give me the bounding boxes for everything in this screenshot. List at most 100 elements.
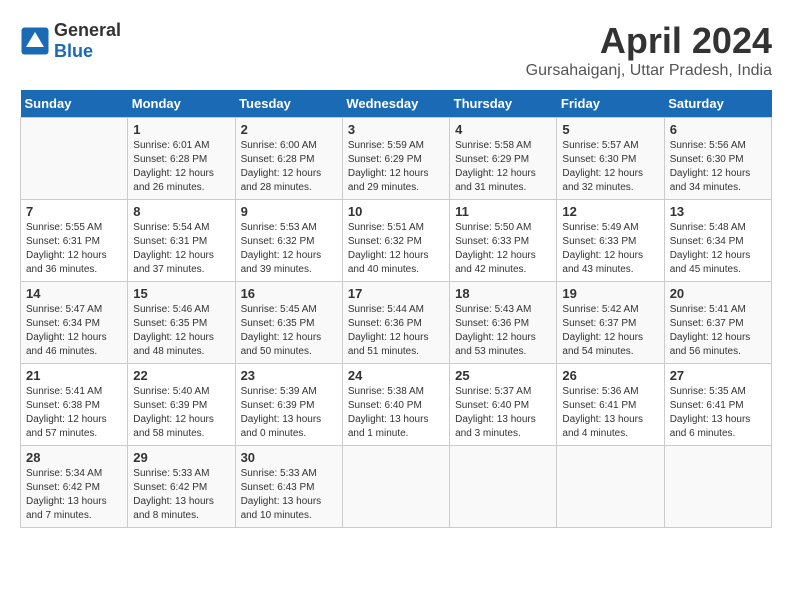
table-row <box>450 446 557 528</box>
day-number: 16 <box>241 286 337 301</box>
day-info: Sunrise: 5:54 AMSunset: 6:31 PMDaylight:… <box>133 221 229 277</box>
day-info: Sunrise: 5:37 AMSunset: 6:40 PMDaylight:… <box>455 385 551 441</box>
table-row: 11 Sunrise: 5:50 AMSunset: 6:33 PMDayligh… <box>450 200 557 282</box>
day-number: 26 <box>562 368 658 383</box>
day-info: Sunrise: 5:41 AMSunset: 6:37 PMDaylight:… <box>670 303 766 359</box>
day-info: Sunrise: 6:00 AMSunset: 6:28 PMDaylight:… <box>241 139 337 195</box>
day-info: Sunrise: 5:46 AMSunset: 6:35 PMDaylight:… <box>133 303 229 359</box>
day-info: Sunrise: 5:43 AMSunset: 6:36 PMDaylight:… <box>455 303 551 359</box>
day-number: 11 <box>455 204 551 219</box>
day-info: Sunrise: 5:53 AMSunset: 6:32 PMDaylight:… <box>241 221 337 277</box>
page-header: General Blue April 2024 Gursahaiganj, Ut… <box>20 20 772 80</box>
table-row: 9Sunrise: 5:53 AMSunset: 6:32 PMDaylight… <box>235 200 342 282</box>
calendar-row: 7Sunrise: 5:55 AMSunset: 6:31 PMDaylight… <box>21 200 772 282</box>
location-title: Gursahaiganj, Uttar Pradesh, India <box>526 62 772 80</box>
table-row: 10 Sunrise: 5:51 AMSunset: 6:32 PMDayligh… <box>342 200 449 282</box>
day-info: Sunrise: 5:51 AMSunset: 6:32 PMDaylight:… <box>348 221 444 277</box>
calendar-header-row: Sunday Monday Tuesday Wednesday Thursday… <box>21 90 772 118</box>
day-info: Sunrise: 5:34 AMSunset: 6:42 PMDaylight:… <box>26 467 122 523</box>
table-row: 22Sunrise: 5:40 AMSunset: 6:39 PMDayligh… <box>128 364 235 446</box>
day-info: Sunrise: 5:44 AMSunset: 6:36 PMDaylight:… <box>348 303 444 359</box>
day-number: 15 <box>133 286 229 301</box>
day-number: 30 <box>241 450 337 465</box>
day-number: 25 <box>455 368 551 383</box>
logo-icon <box>20 26 50 56</box>
table-row: 12 Sunrise: 5:49 AMSunset: 6:33 PMDayligh… <box>557 200 664 282</box>
day-number: 10 <box>348 204 444 219</box>
day-info: Sunrise: 5:56 AMSunset: 6:30 PMDaylight:… <box>670 139 766 195</box>
table-row: 15 Sunrise: 5:46 AMSunset: 6:35 PMDayligh… <box>128 282 235 364</box>
table-row: 14 Sunrise: 5:47 AMSunset: 6:34 PMDayligh… <box>21 282 128 364</box>
table-row <box>664 446 771 528</box>
table-row: 27 Sunrise: 5:35 AMSunset: 6:41 PMDayligh… <box>664 364 771 446</box>
table-row: 8 Sunrise: 5:54 AMSunset: 6:31 PMDaylight… <box>128 200 235 282</box>
calendar-table: Sunday Monday Tuesday Wednesday Thursday… <box>20 90 772 528</box>
col-monday: Monday <box>128 90 235 118</box>
day-number: 14 <box>26 286 122 301</box>
table-row: 17 Sunrise: 5:44 AMSunset: 6:36 PMDayligh… <box>342 282 449 364</box>
table-row: 20 Sunrise: 5:41 AMSunset: 6:37 PMDayligh… <box>664 282 771 364</box>
table-row <box>342 446 449 528</box>
calendar-row: 14 Sunrise: 5:47 AMSunset: 6:34 PMDayligh… <box>21 282 772 364</box>
day-number: 6 <box>670 122 766 137</box>
col-tuesday: Tuesday <box>235 90 342 118</box>
day-info: Sunrise: 5:33 AMSunset: 6:42 PMDaylight:… <box>133 467 229 523</box>
logo: General Blue <box>20 20 121 62</box>
day-number: 28 <box>26 450 122 465</box>
day-info: Sunrise: 5:42 AMSunset: 6:37 PMDaylight:… <box>562 303 658 359</box>
day-number: 22 <box>133 368 229 383</box>
day-number: 24 <box>348 368 444 383</box>
day-number: 8 <box>133 204 229 219</box>
day-number: 20 <box>670 286 766 301</box>
table-row: 24 Sunrise: 5:38 AMSunset: 6:40 PMDayligh… <box>342 364 449 446</box>
day-number: 17 <box>348 286 444 301</box>
calendar-row: 1Sunrise: 6:01 AMSunset: 6:28 PMDaylight… <box>21 118 772 200</box>
table-row: 13Sunrise: 5:48 AMSunset: 6:34 PMDayligh… <box>664 200 771 282</box>
day-info: Sunrise: 5:59 AMSunset: 6:29 PMDaylight:… <box>348 139 444 195</box>
table-row: 6 Sunrise: 5:56 AMSunset: 6:30 PMDaylight… <box>664 118 771 200</box>
day-info: Sunrise: 5:41 AMSunset: 6:38 PMDaylight:… <box>26 385 122 441</box>
day-number: 1 <box>133 122 229 137</box>
table-row: 29 Sunrise: 5:33 AMSunset: 6:42 PMDayligh… <box>128 446 235 528</box>
day-number: 3 <box>348 122 444 137</box>
day-info: Sunrise: 5:35 AMSunset: 6:41 PMDaylight:… <box>670 385 766 441</box>
day-number: 13 <box>670 204 766 219</box>
table-row: 23Sunrise: 5:39 AMSunset: 6:39 PMDayligh… <box>235 364 342 446</box>
table-row: 7Sunrise: 5:55 AMSunset: 6:31 PMDaylight… <box>21 200 128 282</box>
table-row: 30 Sunrise: 5:33 AMSunset: 6:43 PMDayligh… <box>235 446 342 528</box>
table-row: 26Sunrise: 5:36 AMSunset: 6:41 PMDayligh… <box>557 364 664 446</box>
day-info: Sunrise: 5:33 AMSunset: 6:43 PMDaylight:… <box>241 467 337 523</box>
table-row: 4 Sunrise: 5:58 AMSunset: 6:29 PMDaylight… <box>450 118 557 200</box>
table-row: 19 Sunrise: 5:42 AMSunset: 6:37 PMDayligh… <box>557 282 664 364</box>
day-info: Sunrise: 5:49 AMSunset: 6:33 PMDaylight:… <box>562 221 658 277</box>
day-number: 21 <box>26 368 122 383</box>
table-row: 5Sunrise: 5:57 AMSunset: 6:30 PMDaylight… <box>557 118 664 200</box>
day-number: 4 <box>455 122 551 137</box>
table-row: 21 Sunrise: 5:41 AMSunset: 6:38 PMDayligh… <box>21 364 128 446</box>
day-info: Sunrise: 5:39 AMSunset: 6:39 PMDaylight:… <box>241 385 337 441</box>
col-friday: Friday <box>557 90 664 118</box>
day-number: 27 <box>670 368 766 383</box>
logo-general: General <box>54 20 121 40</box>
table-row <box>21 118 128 200</box>
table-row: 2 Sunrise: 6:00 AMSunset: 6:28 PMDaylight… <box>235 118 342 200</box>
logo-blue: Blue <box>54 41 93 61</box>
calendar-row: 21 Sunrise: 5:41 AMSunset: 6:38 PMDayligh… <box>21 364 772 446</box>
day-info: Sunrise: 5:47 AMSunset: 6:34 PMDaylight:… <box>26 303 122 359</box>
month-title: April 2024 <box>526 20 772 62</box>
day-number: 19 <box>562 286 658 301</box>
calendar-row: 28 Sunrise: 5:34 AMSunset: 6:42 PMDayligh… <box>21 446 772 528</box>
day-info: Sunrise: 5:38 AMSunset: 6:40 PMDaylight:… <box>348 385 444 441</box>
table-row: 18Sunrise: 5:43 AMSunset: 6:36 PMDayligh… <box>450 282 557 364</box>
day-info: Sunrise: 5:58 AMSunset: 6:29 PMDaylight:… <box>455 139 551 195</box>
col-saturday: Saturday <box>664 90 771 118</box>
day-number: 12 <box>562 204 658 219</box>
table-row: 16Sunrise: 5:45 AMSunset: 6:35 PMDayligh… <box>235 282 342 364</box>
table-row: 28 Sunrise: 5:34 AMSunset: 6:42 PMDayligh… <box>21 446 128 528</box>
table-row: 1Sunrise: 6:01 AMSunset: 6:28 PMDaylight… <box>128 118 235 200</box>
title-section: April 2024 Gursahaiganj, Uttar Pradesh, … <box>526 20 772 80</box>
day-number: 29 <box>133 450 229 465</box>
day-info: Sunrise: 5:50 AMSunset: 6:33 PMDaylight:… <box>455 221 551 277</box>
col-thursday: Thursday <box>450 90 557 118</box>
day-number: 2 <box>241 122 337 137</box>
